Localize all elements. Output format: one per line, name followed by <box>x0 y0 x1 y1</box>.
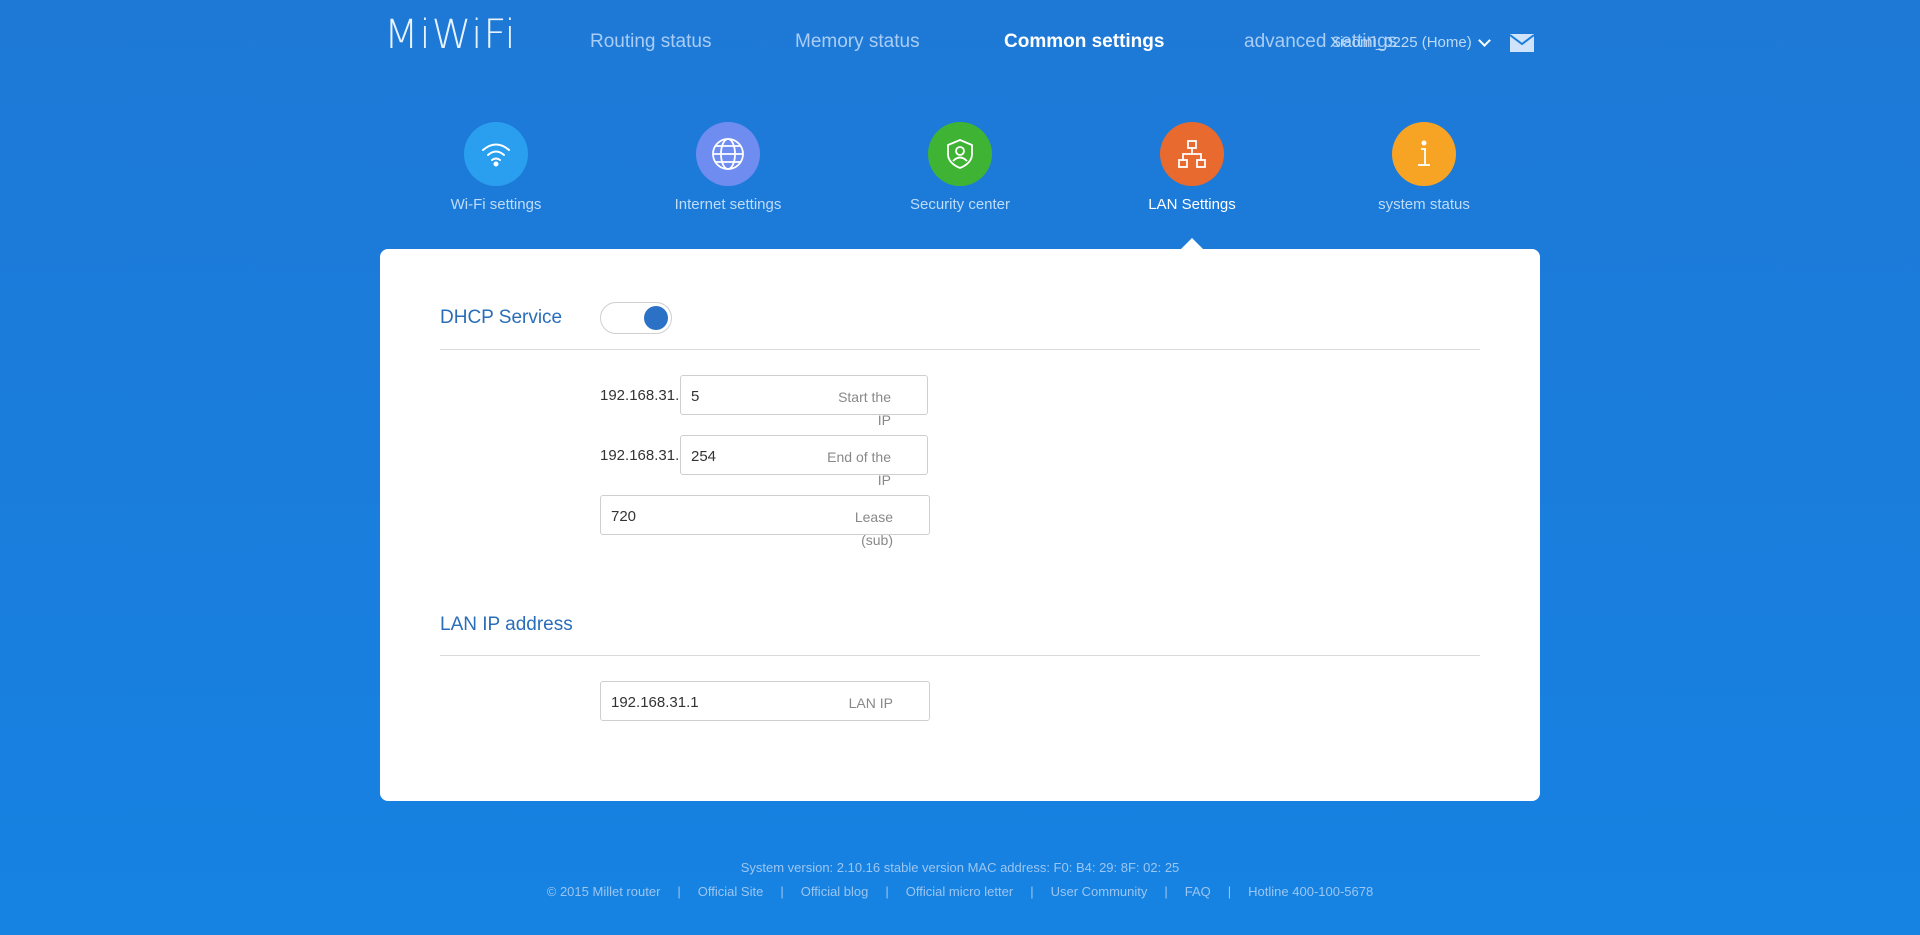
globe-icon <box>696 122 760 186</box>
start-ip-prefix: 192.168.31. <box>600 387 680 404</box>
lease-hint-line2: (sub) <box>861 532 893 548</box>
footer-link-faq[interactable]: FAQ <box>1185 884 1211 899</box>
lease-hint-line1: Lease <box>854 509 893 525</box>
network-icon <box>1160 122 1224 186</box>
lan-settings-label: LAN Settings <box>1148 196 1236 213</box>
start-ip-hint: Start the IP <box>811 386 891 432</box>
footer-link-official-blog[interactable]: Official blog <box>801 884 869 899</box>
shield-icon <box>928 122 992 186</box>
footer-version: System version: 2.10.16 stable version M… <box>740 860 1180 875</box>
footer-separator: | <box>1164 884 1168 899</box>
end-ip-input[interactable] <box>691 446 811 466</box>
lan-ip-input[interactable] <box>611 692 731 712</box>
lan-ip-hint: LAN IP <box>848 695 893 711</box>
wifi-icon <box>464 122 528 186</box>
top-header: MiWiFi Routing status Memory status Comm… <box>0 0 1920 90</box>
section-divider <box>440 655 1480 656</box>
toggle-knob <box>644 306 668 330</box>
wifi-settings-label: Wi-Fi settings <box>450 196 542 213</box>
footer-link-hotline[interactable]: Hotline 400-100-5678 <box>1248 884 1373 899</box>
nav-common-settings[interactable]: Common settings <box>1004 31 1164 53</box>
internet-settings-label: Internet settings <box>674 196 782 213</box>
wifi-settings-item[interactable]: Wi-Fi settings <box>416 122 576 213</box>
dhcp-toggle[interactable] <box>600 302 672 334</box>
start-ip-hint-line1: Start the <box>838 389 891 405</box>
info-icon <box>1392 122 1456 186</box>
lease-field: Lease (sub) <box>600 495 930 548</box>
nav-memory-status[interactable]: Memory status <box>795 31 920 53</box>
lan-settings-item[interactable]: LAN Settings <box>1112 122 1272 213</box>
footer-separator: | <box>885 884 889 899</box>
router-name: Xiaomi_0225 (Home) <box>1330 34 1472 51</box>
footer-separator: | <box>677 884 681 899</box>
lan-settings-panel: DHCP Service 192.168.31. Start the IP 19… <box>380 249 1540 801</box>
lease-hint: Lease (sub) <box>813 506 893 552</box>
dhcp-section-title: DHCP Service <box>440 307 563 328</box>
footer-copyright: © 2015 Millet router <box>546 884 661 899</box>
start-ip-input[interactable] <box>691 386 811 406</box>
footer-link-official-site[interactable]: Official Site <box>698 884 764 899</box>
footer-link-user-community[interactable]: User Community <box>1051 884 1148 899</box>
end-ip-prefix: 192.168.31. <box>600 447 680 464</box>
end-ip-hint-line2: IP <box>877 472 891 488</box>
chevron-down-icon <box>1477 34 1491 47</box>
lan-ip-section-title: LAN IP address <box>440 614 573 635</box>
security-center-label: Security center <box>909 196 1011 213</box>
internet-settings-item[interactable]: Internet settings <box>648 122 808 213</box>
footer-separator: | <box>1227 884 1232 899</box>
end-ip-hint: End of the IP <box>811 446 891 492</box>
security-center-item[interactable]: Security center <box>880 122 1040 213</box>
lan-ip-field: LAN IP <box>600 681 930 721</box>
start-ip-field: Start the IP <box>680 375 928 428</box>
end-ip-field: End of the IP <box>680 435 928 488</box>
footer-links: © 2015 Millet router | Official Site | Offic… <box>0 884 1920 899</box>
system-status-label: system status <box>1378 196 1470 213</box>
footer-separator: | <box>1030 884 1034 899</box>
settings-icon-row: Wi-Fi settings Internet settings Securit… <box>0 122 1920 232</box>
mail-icon[interactable] <box>1510 34 1534 52</box>
nav-routing-status[interactable]: Routing status <box>590 31 711 53</box>
lease-input[interactable] <box>611 506 731 526</box>
start-ip-hint-line2: IP <box>877 412 891 428</box>
system-status-item[interactable]: system status <box>1344 122 1504 213</box>
footer-separator: | <box>780 884 784 899</box>
router-selector[interactable]: Xiaomi_0225 (Home) <box>1330 34 1491 51</box>
section-divider <box>440 349 1480 350</box>
end-ip-hint-line1: End of the <box>827 449 891 465</box>
footer-link-micro-letter[interactable]: Official micro letter <box>906 884 1013 899</box>
miwifi-logo[interactable]: MiWiFi <box>384 12 517 58</box>
